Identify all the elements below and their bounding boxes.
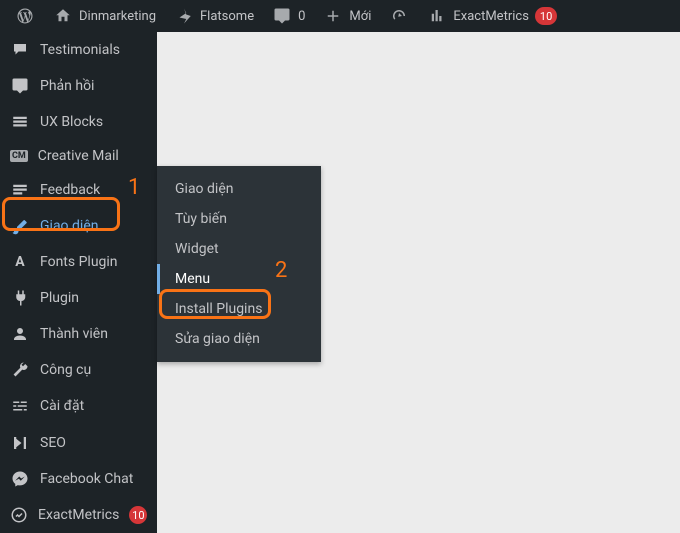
sidebar-item-label: Giao diện: [40, 218, 98, 234]
analytics-label: ExactMetrics: [453, 9, 529, 24]
comments-count: 0: [298, 9, 305, 24]
testimonials-icon: [10, 40, 30, 60]
theme-link[interactable]: Flatsome: [165, 0, 263, 32]
sidebar-item-appearance[interactable]: Giao diện: [0, 208, 157, 244]
theme-label: Flatsome: [200, 9, 254, 24]
sidebar-item-feedback[interactable]: Feedback: [0, 172, 157, 208]
sidebar-item-label: Plugin: [40, 290, 79, 306]
sidebar-item-label: Công cụ: [40, 362, 91, 378]
blocks-icon: [10, 112, 30, 132]
sidebar-item-ux-blocks[interactable]: UX Blocks: [0, 104, 157, 140]
submenu-widget[interactable]: Widget: [157, 234, 321, 264]
sidebar-item-label: ExactMetrics: [38, 507, 119, 523]
analytics-round-icon: [10, 505, 28, 525]
admin-sidebar: Testimonials Phản hồi UX Blocks CM Creat…: [0, 32, 157, 533]
analytics-badge: 10: [535, 7, 557, 25]
messenger-icon: [10, 469, 30, 489]
sidebar-item-testimonials[interactable]: Testimonials: [0, 32, 157, 68]
stats-icon-button[interactable]: [380, 0, 418, 32]
new-link[interactable]: Mới: [314, 0, 380, 32]
sidebar-item-label: SEO: [40, 435, 66, 451]
new-label: Mới: [349, 9, 371, 24]
sidebar-item-fonts-plugin[interactable]: A Fonts Plugin: [0, 244, 157, 280]
letter-a-icon: A: [10, 252, 30, 272]
sidebar-item-settings[interactable]: Cài đặt: [0, 388, 157, 424]
sliders-icon: [10, 396, 30, 416]
site-name: Dinmarketing: [79, 9, 156, 24]
analytics-link[interactable]: ExactMetrics 10: [418, 0, 566, 32]
brush-icon: [10, 216, 30, 236]
submenu-customize[interactable]: Tùy biến: [157, 204, 321, 234]
speech-bubble-icon: [10, 76, 30, 96]
wp-logo[interactable]: [6, 0, 44, 32]
form-icon: [10, 180, 30, 200]
sidebar-item-plugin[interactable]: Plugin: [0, 280, 157, 316]
appearance-submenu: Giao diện Tùy biến Widget Menu Install P…: [157, 166, 321, 362]
sidebar-item-users[interactable]: Thành viên: [0, 316, 157, 352]
sidebar-item-label: Phản hồi: [40, 78, 94, 94]
bar-chart-icon: [427, 6, 447, 26]
sidebar-item-label: Cài đặt: [40, 398, 84, 414]
cm-badge-icon: CM: [10, 150, 28, 162]
sidebar-item-label: Fonts Plugin: [40, 254, 118, 270]
wrench-icon: [10, 360, 30, 380]
sidebar-item-label: Creative Mail: [38, 148, 119, 164]
sidebar-item-facebook-chat[interactable]: Facebook Chat: [0, 461, 157, 497]
gauge-icon: [389, 6, 409, 26]
submenu-menu[interactable]: Menu: [157, 264, 321, 294]
admin-topbar: Dinmarketing Flatsome 0 Mới ExactMetrics…: [0, 0, 680, 32]
sidebar-item-label: Thành viên: [40, 326, 108, 342]
sidebar-item-creative-mail[interactable]: CM Creative Mail: [0, 140, 157, 172]
submenu-themes[interactable]: Giao diện: [157, 174, 321, 204]
plug-icon: [10, 288, 30, 308]
sidebar-item-seo[interactable]: SEO: [0, 425, 157, 461]
comment-icon: [272, 6, 292, 26]
sidebar-item-tools[interactable]: Công cụ: [0, 352, 157, 388]
seo-icon: [10, 433, 30, 453]
sidebar-item-label: UX Blocks: [40, 114, 103, 130]
user-icon: [10, 324, 30, 344]
em-badge: 10: [129, 506, 147, 524]
submenu-install-plugins[interactable]: Install Plugins: [157, 294, 321, 324]
sidebar-item-feedback-vi[interactable]: Phản hồi: [0, 68, 157, 104]
submenu-editor[interactable]: Sửa giao diện: [157, 324, 321, 354]
sidebar-item-label: Facebook Chat: [40, 471, 133, 487]
wordpress-icon: [15, 6, 35, 26]
comments-link[interactable]: 0: [263, 0, 314, 32]
sidebar-item-exactmetrics[interactable]: ExactMetrics 10: [0, 497, 157, 533]
home-icon: [53, 6, 73, 26]
sidebar-item-label: Testimonials: [40, 42, 120, 58]
sidebar-item-label: Feedback: [40, 182, 100, 198]
flatsome-icon: [174, 6, 194, 26]
site-name-link[interactable]: Dinmarketing: [44, 0, 165, 32]
plus-icon: [323, 6, 343, 26]
